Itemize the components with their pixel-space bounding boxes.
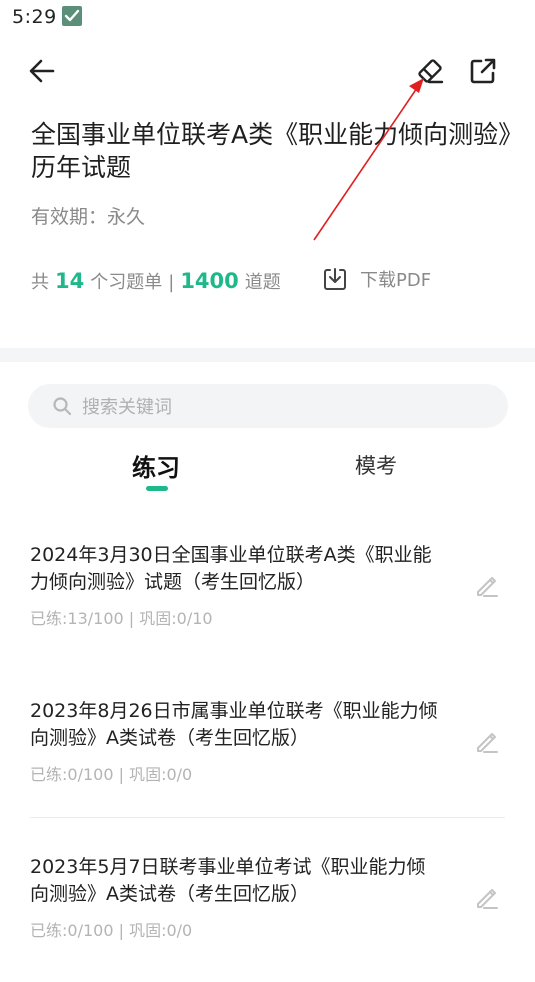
- status-bar: 5:29: [0, 0, 535, 36]
- sheet-unit: 个习题单: [90, 272, 163, 293]
- stats-separator: |: [168, 272, 175, 293]
- item-progress: 已练:13/100 | 巩固:0/10: [30, 609, 213, 628]
- pencil-icon[interactable]: [474, 572, 500, 598]
- question-unit: 道题: [244, 272, 281, 293]
- list-item[interactable]: 2024年3月30日全国事业单位联考A类《职业能力倾向测验》试题（考生回忆版） …: [0, 520, 535, 670]
- tab-bar: 练习 模考: [0, 446, 535, 496]
- page-title: 全国事业单位联考A类《职业能力倾向测验》历年试题: [31, 120, 511, 182]
- item-title: 2023年5月7日联考事业单位考试《职业能力倾向测验》A类试卷（考生回忆版）: [30, 856, 426, 905]
- search-icon: [53, 397, 72, 416]
- item-progress: 已练:0/100 | 巩固:0/0: [30, 921, 193, 940]
- erase-button[interactable]: [413, 54, 447, 88]
- download-pdf-button[interactable]: 下载PDF: [322, 266, 431, 292]
- share-button[interactable]: [466, 54, 500, 88]
- download-icon: [324, 268, 346, 290]
- pencil-icon[interactable]: [474, 728, 500, 754]
- sheet-count: 14: [55, 269, 85, 293]
- section-divider: [0, 348, 535, 362]
- pencil-icon[interactable]: [474, 884, 500, 910]
- list-item[interactable]: 2023年8月26日市属事业单位联考《职业能力倾向测验》A类试卷（考生回忆版） …: [0, 676, 535, 826]
- item-progress: 已练:0/100 | 巩固:0/0: [30, 765, 193, 784]
- eraser-icon: [418, 59, 444, 84]
- search-placeholder: 搜索关键词: [82, 397, 172, 418]
- item-title: 2024年3月30日全国事业单位联考A类《职业能力倾向测验》试题（考生回忆版）: [30, 544, 432, 593]
- share-external-icon: [470, 58, 496, 84]
- back-button[interactable]: [25, 54, 59, 88]
- check-notification-icon: [62, 6, 82, 26]
- tab-practice[interactable]: 练习: [132, 448, 180, 483]
- validity-text: 有效期：永久: [31, 206, 146, 228]
- download-label: 下载PDF: [360, 270, 432, 291]
- tab-mock-exam[interactable]: 模考: [355, 450, 397, 480]
- item-title: 2023年8月26日市属事业单位联考《职业能力倾向测验》A类试卷（考生回忆版）: [30, 700, 438, 749]
- list-item[interactable]: 2023年5月7日联考事业单位考试《职业能力倾向测验》A类试卷（考生回忆版） 已…: [0, 832, 535, 982]
- search-input[interactable]: 搜索关键词: [28, 384, 508, 428]
- stats-prefix: 共: [31, 272, 49, 293]
- question-count: 1400: [180, 269, 239, 293]
- active-tab-indicator: [146, 486, 168, 491]
- arrow-left-icon: [29, 59, 55, 83]
- status-time: 5:29: [12, 6, 57, 28]
- question-stats: 共 14 个习题单 | 1400 道题: [31, 268, 281, 294]
- item-divider: [30, 817, 505, 818]
